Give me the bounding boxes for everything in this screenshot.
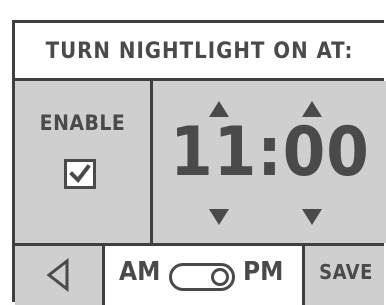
am-label[interactable]: AM <box>119 257 160 287</box>
nightlight-settings-panel: TURN NIGHTLIGHT ON AT: ENABLE 11:00 AM P… <box>12 20 386 305</box>
hour-down-arrow-icon[interactable] <box>207 207 231 227</box>
save-button[interactable]: SAVE <box>305 246 386 305</box>
toggle-knob <box>211 268 229 286</box>
am-pm-toggle-switch[interactable] <box>169 263 235 291</box>
enable-checkbox[interactable] <box>64 159 96 189</box>
enable-label: ENABLE <box>39 111 126 135</box>
enable-panel: ENABLE <box>15 81 153 243</box>
checkmark-icon <box>69 164 91 184</box>
back-triangle-icon <box>46 258 69 292</box>
back-button[interactable] <box>15 246 105 305</box>
footer-bar: AM PM SAVE <box>15 243 384 305</box>
header-bar: TURN NIGHTLIGHT ON AT: <box>15 23 384 81</box>
time-picker: 11:00 <box>153 81 386 243</box>
time-display: 11:00 <box>170 113 370 192</box>
pm-label[interactable]: PM <box>243 257 283 287</box>
save-label: SAVE <box>319 260 373 284</box>
page-title: TURN NIGHTLIGHT ON AT: <box>45 39 354 64</box>
minute-down-arrow-icon[interactable] <box>300 207 324 227</box>
am-pm-selector[interactable]: AM PM <box>105 246 305 305</box>
